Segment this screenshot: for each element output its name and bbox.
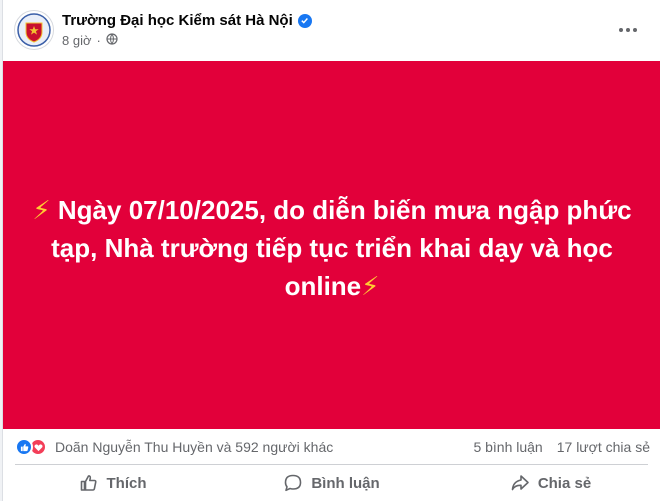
like-label: Thích [106, 474, 147, 492]
verified-badge-icon [297, 13, 312, 28]
post-card: Trường Đại học Kiểm sát Hà Nội 8 giờ · ⚡ [2, 0, 660, 501]
reactions-row: Doãn Nguyễn Thu Huyền và 592 người khác … [3, 429, 660, 465]
comment-icon [285, 474, 302, 492]
thumbs-up-icon [80, 475, 97, 491]
lightning-icon: ⚡ [32, 195, 51, 225]
comments-count[interactable]: 5 bình luận [473, 439, 542, 455]
share-button[interactable]: Chia sẻ [441, 465, 660, 501]
post-time[interactable]: 8 giờ [62, 33, 92, 48]
reaction-icons[interactable] [15, 438, 47, 456]
school-logo-icon [17, 13, 51, 47]
share-arrow-icon [511, 475, 529, 491]
engagement-counts: 5 bình luận 17 lượt chia sẻ [459, 439, 650, 455]
post-meta: 8 giờ · [62, 33, 118, 48]
action-bar: Thích Bình luận Chia sẻ [3, 465, 660, 501]
banner-text: ⚡ Ngày 07/10/2025, do diễn biến mưa ngập… [32, 191, 632, 305]
comment-label: Bình luận [311, 474, 380, 492]
post-banner[interactable]: ⚡ Ngày 07/10/2025, do diễn biến mưa ngập… [3, 61, 660, 429]
reactors-text[interactable]: Doãn Nguyễn Thu Huyền và 592 người khác [55, 439, 333, 455]
like-reaction-icon [15, 438, 33, 456]
more-dot-icon [633, 28, 637, 32]
meta-separator: · [96, 33, 101, 48]
more-options-button[interactable] [616, 18, 640, 42]
page-name[interactable]: Trường Đại học Kiểm sát Hà Nội [62, 12, 312, 29]
lightning-icon: ⚡ [361, 271, 380, 301]
page-avatar[interactable] [14, 10, 54, 50]
post-header: Trường Đại học Kiểm sát Hà Nội 8 giờ · [3, 0, 660, 60]
comment-button[interactable]: Bình luận [222, 465, 441, 501]
share-label: Chia sẻ [537, 474, 592, 492]
more-dot-icon [626, 28, 630, 32]
globe-icon[interactable] [106, 33, 118, 48]
shares-count[interactable]: 17 lượt chia sẻ [557, 439, 650, 455]
like-button[interactable]: Thích [3, 465, 222, 501]
more-dot-icon [619, 28, 623, 32]
banner-message: Ngày 07/10/2025, do diễn biến mưa ngập p… [51, 195, 632, 301]
page-name-text[interactable]: Trường Đại học Kiểm sát Hà Nội [62, 12, 293, 29]
